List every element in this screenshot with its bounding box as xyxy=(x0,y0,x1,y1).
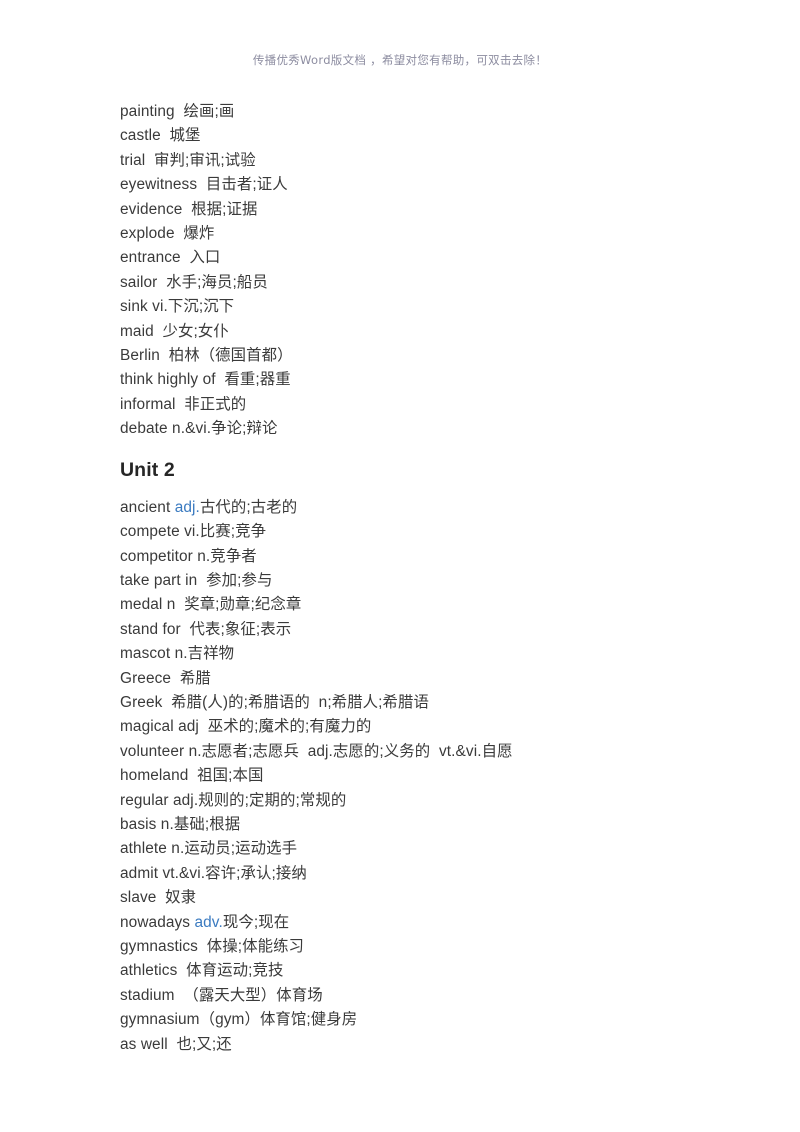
word-entry: admit vt.&vi.容许;承认;接纳 xyxy=(120,864,307,882)
word-entry: gymnasium（gym）体育馆;健身房 xyxy=(120,1011,358,1029)
word-entry: nowadays adv.现今;现在 xyxy=(120,911,740,935)
word-entry: ancient adj.古代的;古老的 xyxy=(120,496,740,520)
word-entry: medal n 奖章;勋章;纪念章 xyxy=(120,596,302,614)
word-entry: mascot n.吉祥物 xyxy=(120,645,235,663)
word-entry: homeland 祖国;本国 xyxy=(120,767,264,785)
word-entry: sink vi.下沉;沉下 xyxy=(120,298,235,316)
entry-term: ancient xyxy=(120,498,175,516)
entry-definition: 现今;现在 xyxy=(222,913,290,931)
word-entry: athlete n.运动员;运动选手 xyxy=(120,840,298,858)
entry-pos-tag: adv. xyxy=(194,913,223,931)
unit-heading: Unit 2 xyxy=(120,458,175,481)
word-entry: eyewitness 目击者;证人 xyxy=(120,176,288,194)
word-entry: Berlin 柏林（德国首都） xyxy=(120,347,293,365)
word-entry: explode 爆炸 xyxy=(120,225,215,243)
word-entry: painting 绘画;画 xyxy=(120,103,235,120)
word-entry: debate n.&vi.争论;辩论 xyxy=(120,420,278,438)
word-entry: magical adj 巫术的;魔术的;有魔力的 xyxy=(120,718,372,736)
word-entry: gymnastics 体操;体能练习 xyxy=(120,938,305,955)
word-entry: trial 审判;审讯;试验 xyxy=(120,151,256,169)
word-entry: compete vi.比赛;竞争 xyxy=(120,523,267,541)
word-entry: maid 少女;女仆 xyxy=(120,322,229,340)
word-entry: volunteer n.志愿者;志愿兵 adj.志愿的;义务的 vt.&vi.自… xyxy=(120,742,513,760)
entry-pos-tag: adj. xyxy=(174,498,200,516)
word-entry: regular adj.规则的;定期的;常规的 xyxy=(120,791,347,809)
word-entry: athletics 体育运动;竞技 xyxy=(120,962,284,980)
document-page: 传播优秀Word版文档 ，希望对您有帮助，可双击去除！ painting 绘画;… xyxy=(0,0,800,1132)
word-entry: sailor 水手;海员;船员 xyxy=(120,273,268,291)
document-body: painting 绘画;画 castle 城堡 trial 审判;审讯;试验 eyew… xyxy=(120,100,740,1057)
word-entry: as well 也;又;还 xyxy=(120,1035,232,1053)
word-entry: think highly of 看重;器重 xyxy=(120,371,291,389)
word-entry: stand for 代表;象征;表示 xyxy=(120,620,292,638)
word-entry: take part in 参加;参与 xyxy=(120,571,273,589)
word-entry: stadium （露天大型）体育场 xyxy=(120,986,323,1004)
word-entry: castle 城堡 xyxy=(120,127,201,145)
word-entry: Greece 希腊 xyxy=(120,669,211,687)
word-entry: competitor n.竞争者 xyxy=(120,547,257,565)
word-entry: basis n.基础;根据 xyxy=(120,815,241,833)
entry-term: nowadays xyxy=(120,913,195,931)
word-entry: informal 非正式的 xyxy=(120,395,247,413)
word-entry: evidence 根据;证据 xyxy=(120,200,258,218)
word-entry: Greek 希腊(人)的;希腊语的 n;希腊人;希腊语 xyxy=(120,693,430,711)
entry-definition: 古代的;古老的 xyxy=(199,498,298,516)
word-entry: entrance 入口 xyxy=(120,249,221,267)
header-watermark-text: 传播优秀Word版文档 ，希望对您有帮助，可双击去除！ xyxy=(252,53,548,67)
word-entry: slave 奴隶 xyxy=(120,889,197,907)
